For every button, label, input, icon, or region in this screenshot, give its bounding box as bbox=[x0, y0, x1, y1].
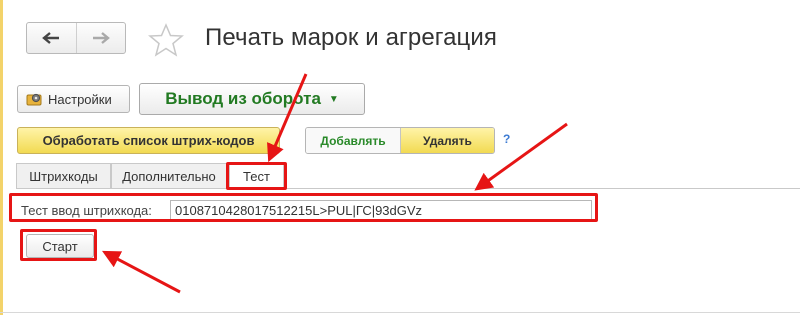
arrow-to-start-button bbox=[102, 250, 181, 294]
bottom-divider bbox=[0, 312, 800, 313]
arrow-to-test-tab bbox=[267, 73, 308, 163]
annotation-arrows bbox=[102, 73, 568, 294]
arrow-to-test-field bbox=[474, 122, 568, 191]
